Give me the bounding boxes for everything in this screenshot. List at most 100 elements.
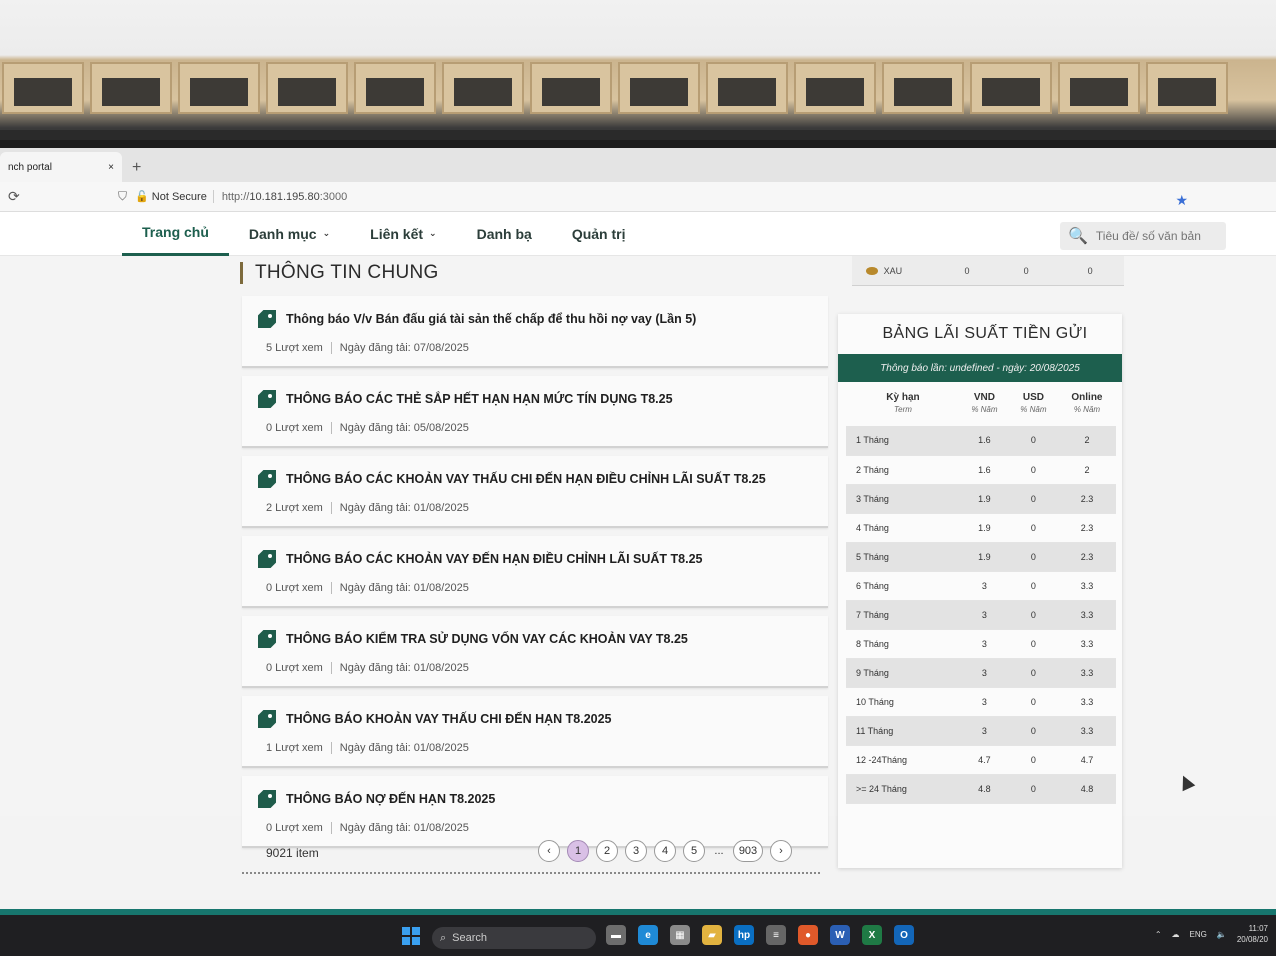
edge-app-icon[interactable]: e xyxy=(638,925,658,945)
shield-icon[interactable]: ⛉ xyxy=(118,189,127,204)
nav-home[interactable]: Trang chủ xyxy=(122,212,229,256)
post-date: Ngày đăng tải: 01/08/2025 xyxy=(330,582,469,594)
news-item[interactable]: THÔNG BÁO CÁC KHOẢN VAY ĐẾN HẠN ĐIỀU CHỈ… xyxy=(242,536,828,608)
next-page-button[interactable]: › xyxy=(770,840,792,862)
hp-app-icon[interactable]: hp xyxy=(734,925,754,945)
news-item[interactable]: THÔNG BÁO KHOẢN VAY THẤU CHI ĐẾN HẠN T8.… xyxy=(242,696,828,768)
rate-table: Kỳ hạn Term VND % Năm USD % Năm Online % Năm… xyxy=(846,382,1116,804)
word-app-icon[interactable]: W xyxy=(830,925,850,945)
news-title[interactable]: THÔNG BÁO KIỂM TRA SỬ DỤNG VỐN VAY CÁC K… xyxy=(286,632,688,646)
taskbar-search-label: Search xyxy=(452,932,488,944)
search-box: 🔍 xyxy=(1060,222,1226,250)
header-sub: % Năm xyxy=(1073,405,1101,414)
firefox-app-icon[interactable]: ● xyxy=(798,925,818,945)
header-sub: % Năm xyxy=(971,405,998,414)
language-indicator[interactable]: ENG xyxy=(1190,930,1207,939)
url-field[interactable]: http://10.181.195.80:3000 xyxy=(222,191,347,203)
search-icon[interactable]: 🔍 xyxy=(1068,226,1088,246)
explorer-app-icon[interactable]: ▰ xyxy=(702,925,722,945)
header-vnd: VND % Năm xyxy=(960,382,1009,426)
last-page-button[interactable]: 903 xyxy=(733,840,763,862)
main-content: THÔNG TIN CHUNG Thông báo V/v Bán đấu gi… xyxy=(0,256,1276,874)
rate-term: 9 Tháng xyxy=(846,658,960,688)
news-meta: 0 Lượt xem Ngày đăng tải: 05/08/2025 xyxy=(266,422,469,434)
news-title[interactable]: THÔNG BÁO CÁC KHOẢN VAY ĐẾN HẠN ĐIỀU CHỈ… xyxy=(286,552,702,566)
gold-label: XAU xyxy=(883,265,903,276)
url-prefix: http:// xyxy=(221,190,250,203)
gold-price-row: XAU 0 0 0 xyxy=(852,256,1124,286)
volume-icon[interactable]: 🔈 xyxy=(1217,930,1227,939)
nav-categories[interactable]: Danh mục ⌄ xyxy=(229,212,350,256)
rate-online: 3.3 xyxy=(1057,687,1116,717)
network-icon[interactable]: ☁ xyxy=(1172,930,1180,939)
new-tab-button[interactable]: + xyxy=(132,154,141,182)
page-button[interactable]: 5 xyxy=(683,840,705,862)
cabinet xyxy=(1146,62,1228,114)
chevron-down-icon: ⌄ xyxy=(429,228,437,238)
page-button[interactable]: 3 xyxy=(625,840,647,862)
deposit-rate-panel: BẢNG LÃI SUẤT TIỀN GỬI Thông báo lần: un… xyxy=(838,314,1122,868)
section-title: THÔNG TIN CHUNG xyxy=(255,262,439,283)
nav-directory[interactable]: Danh bạ xyxy=(457,212,552,256)
rate-row: >= 24 Tháng 4.8 0 4.8 xyxy=(846,774,1116,804)
files-app-icon[interactable]: ▬ xyxy=(606,925,626,945)
tag-icon xyxy=(258,790,276,808)
taskbar-search[interactable]: ⌕ Search xyxy=(432,927,596,949)
page-button[interactable]: 2 xyxy=(596,840,618,862)
gold-coin-icon xyxy=(866,266,878,275)
rate-vnd: 4.8 xyxy=(959,774,1009,804)
pagination-row: 9021 item ‹ 1 2 3 4 5 ... 903 › xyxy=(242,838,820,868)
rate-term: 8 Tháng xyxy=(846,629,960,659)
rate-usd: 0 xyxy=(1008,455,1058,485)
news-item[interactable]: Thông báo V/v Bán đấu giá tài sản thế ch… xyxy=(242,296,828,368)
prev-page-button[interactable]: ‹ xyxy=(538,840,560,862)
view-count: 0 Lượt xem xyxy=(266,662,323,674)
news-item[interactable]: THÔNG BÁO CÁC THẺ SẮP HẾT HẠN HẠN MỨC TÍ… xyxy=(242,376,828,448)
post-date: Ngày đăng tải: 01/08/2025 xyxy=(330,502,469,514)
news-item[interactable]: THÔNG BÁO KIỂM TRA SỬ DỤNG VỐN VAY CÁC K… xyxy=(242,616,828,688)
store-app-icon[interactable]: ▦ xyxy=(670,925,690,945)
clock[interactable]: 11:07 20/08/20 xyxy=(1237,923,1268,945)
news-title[interactable]: THÔNG BÁO NỢ ĐẾN HẠN T8.2025 xyxy=(286,792,495,806)
nav-admin[interactable]: Quản trị xyxy=(552,212,646,256)
cabinet xyxy=(178,62,260,114)
excel-app-icon[interactable]: X xyxy=(862,925,882,945)
nav-directory-label: Danh bạ xyxy=(476,225,532,242)
news-title[interactable]: THÔNG BÁO CÁC THẺ SẮP HẾT HẠN HẠN MỨC TÍ… xyxy=(286,392,673,406)
header-term: Kỳ hạn Term xyxy=(846,382,960,426)
news-title[interactable]: THÔNG BÁO CÁC KHOẢN VAY THẤU CHI ĐẾN HẠN… xyxy=(286,472,766,486)
taskbar: ⌕ Search ▬ e ▦ ▰ hp ≡ ● W X O ⌃ ☁ ENG 🔈 11:07 20/0… xyxy=(0,915,1276,956)
rate-online: 3.3 xyxy=(1057,629,1116,659)
rate-vnd: 3 xyxy=(959,687,1009,717)
outlook-app-icon[interactable]: O xyxy=(894,925,914,945)
cabinet xyxy=(2,62,84,114)
news-item[interactable]: THÔNG BÁO CÁC KHOẢN VAY THẤU CHI ĐẾN HẠN… xyxy=(242,456,828,528)
view-count: 5 Lượt xem xyxy=(266,342,323,354)
page-button[interactable]: 4 xyxy=(654,840,676,862)
rate-term: >= 24 Tháng xyxy=(846,774,960,804)
system-tray: ⌃ ☁ ENG 🔈 11:07 20/08/20 xyxy=(1155,923,1268,945)
cabinet xyxy=(354,62,436,114)
rate-panel-title: BẢNG LÃI SUẤT TIỀN GỬI xyxy=(882,325,1088,342)
cabinet xyxy=(266,62,348,114)
rate-online: 3.3 xyxy=(1057,658,1116,688)
tool-app-icon[interactable]: ≡ xyxy=(766,925,786,945)
header-label: VND xyxy=(973,392,995,403)
news-title[interactable]: Thông báo V/v Bán đấu giá tài sản thế ch… xyxy=(286,312,696,326)
nav-categories-label: Danh mục xyxy=(248,225,317,242)
chevron-up-icon[interactable]: ⌃ xyxy=(1155,930,1162,939)
cabinet xyxy=(442,62,524,114)
news-title[interactable]: THÔNG BÁO KHOẢN VAY THẤU CHI ĐẾN HẠN T8.… xyxy=(286,712,612,726)
reload-icon[interactable]: ⟳ xyxy=(8,188,118,205)
nav-links[interactable]: Liên kết ⌄ xyxy=(350,212,456,256)
rate-notice: Thông báo lần: undefined - ngày: 20/08/2… xyxy=(838,354,1122,382)
browser-tab[interactable]: nch portal × xyxy=(0,152,122,182)
windows-start-icon[interactable] xyxy=(402,927,420,945)
cabinet-row xyxy=(0,62,1276,118)
favorite-star-icon[interactable]: ★ xyxy=(1175,192,1188,209)
page-button[interactable]: 1 xyxy=(567,840,589,862)
search-input[interactable] xyxy=(1095,229,1216,243)
not-secure-label[interactable]: 🔓 Not Secure xyxy=(135,190,214,203)
close-icon[interactable]: × xyxy=(108,162,114,173)
rate-vnd: 3 xyxy=(959,629,1009,659)
